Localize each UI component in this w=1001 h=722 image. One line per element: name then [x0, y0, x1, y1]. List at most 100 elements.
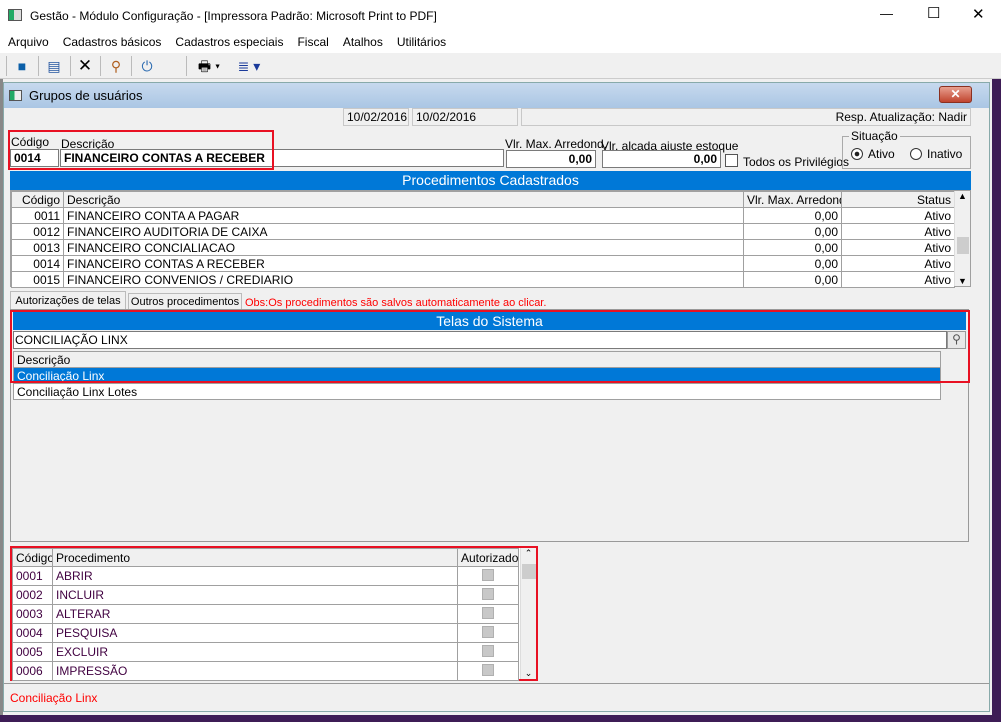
row-procedimento: PESQUISA	[52, 623, 458, 643]
menu-atalhos[interactable]: Atalhos	[343, 35, 383, 49]
situacao-group: Situação Ativo Inativo	[842, 129, 971, 169]
delete-icon[interactable]: ✕	[75, 56, 95, 76]
procedimento-row[interactable]: 0012 FINANCEIRO AUDITORIA DE CAIXA 0,00 Ati…	[11, 223, 955, 240]
close-button[interactable]: ✕	[972, 5, 985, 23]
row-descricao: FINANCEIRO CONVENIOS / CREDIARIO	[63, 271, 744, 288]
row-codigo: 0011	[11, 207, 64, 224]
procedimento-row[interactable]: 0014 FINANCEIRO CONTAS A RECEBER 0,00 Ativo	[11, 255, 955, 272]
col-descricao[interactable]: Descrição	[63, 191, 744, 208]
row-proc-codigo: 0001	[12, 566, 53, 586]
window-title: Grupos de usuários	[29, 88, 143, 103]
app-title-bar: Gestão - Módulo Configuração - [Impresso…	[0, 0, 1001, 33]
status-text: Conciliação Linx	[10, 691, 98, 705]
row-descricao: FINANCEIRO CONTAS A RECEBER	[63, 255, 744, 272]
autorizacao-row[interactable]: 0001 ABRIR	[12, 566, 519, 586]
maximize-button[interactable]: ☐	[927, 4, 940, 22]
row-vlr-max: 0,00	[743, 271, 842, 288]
menu-utilitarios[interactable]: Utilitários	[397, 35, 446, 49]
menu-fiscal[interactable]: Fiscal	[297, 35, 328, 49]
row-procedimento: ABRIR	[52, 566, 458, 586]
autorizado-checkbox[interactable]	[482, 568, 494, 581]
vlr-max-field[interactable]: 0,00	[506, 150, 596, 168]
row-descricao: FINANCEIRO CONCIALIACAO	[63, 239, 744, 256]
col-procedimento[interactable]: Procedimento	[52, 548, 458, 567]
autorizado-checkbox[interactable]	[482, 663, 494, 676]
ativo-radio[interactable]	[851, 148, 863, 160]
row-codigo: 0012	[11, 223, 64, 240]
row-codigo: 0014	[11, 255, 64, 272]
autorizacao-row[interactable]: 0004 PESQUISA	[12, 623, 519, 643]
export-icon[interactable]: ≣ ▾	[232, 56, 266, 76]
col-vlr-max[interactable]: Vlr. Max. Arredond.	[743, 191, 842, 208]
row-codigo: 0015	[11, 271, 64, 288]
tela-row[interactable]: Conciliação Linx Lotes	[13, 383, 941, 400]
app-icon	[8, 9, 22, 21]
autorizacao-row[interactable]: 0005 EXCLUIR	[12, 642, 519, 662]
save-icon[interactable]: ■	[12, 56, 32, 76]
inativo-label: Inativo	[927, 147, 963, 161]
col-codigo[interactable]: Código	[11, 191, 64, 208]
menu-cadastros-especiais[interactable]: Cadastros especiais	[175, 35, 283, 49]
procedimentos-scrollbar[interactable]: ▲ ▼	[954, 191, 970, 286]
row-vlr-max: 0,00	[743, 255, 842, 272]
row-status: Ativo	[841, 223, 955, 240]
procedimento-row[interactable]: 0015 FINANCEIRO CONVENIOS / CREDIARIO 0,00…	[11, 271, 955, 288]
todos-privilegios-checkbox[interactable]	[725, 154, 738, 167]
window-title-bar: Grupos de usuários ✕	[4, 83, 989, 108]
procedimentos-header: Procedimentos Cadastrados	[10, 171, 971, 190]
window-close-button[interactable]: ✕	[939, 86, 972, 103]
new-document-icon[interactable]: ▤	[44, 56, 64, 76]
row-codigo: 0013	[11, 239, 64, 256]
vlr-max-label: Vlr. Max. Arredond.	[505, 137, 608, 151]
highlight-box	[10, 310, 970, 383]
autorizado-checkbox[interactable]	[482, 644, 494, 657]
row-vlr-max: 0,00	[743, 207, 842, 224]
search-icon[interactable]: ⚲	[106, 56, 126, 76]
row-vlr-max: 0,00	[743, 223, 842, 240]
printer-icon[interactable]: 🖶 ▾	[192, 56, 226, 76]
obs-text: Obs:Os procedimentos são salvos automati…	[245, 297, 547, 309]
autorizacoes-scrollbar[interactable]: ⌃ ⌄	[520, 548, 536, 679]
row-tela-descricao: Conciliação Linx Lotes	[13, 383, 941, 400]
row-status: Ativo	[841, 239, 955, 256]
row-proc-codigo: 0006	[12, 661, 53, 681]
inativo-radio[interactable]	[910, 148, 922, 160]
todos-privilegios-label: Todos os Privilégios	[743, 155, 850, 169]
autorizado-checkbox[interactable]	[482, 606, 494, 619]
autorizado-checkbox[interactable]	[482, 587, 494, 600]
row-descricao: FINANCEIRO CONTA A PAGAR	[63, 207, 744, 224]
autorizado-checkbox[interactable]	[482, 625, 494, 638]
minimize-button[interactable]: —	[880, 6, 893, 21]
window-icon	[9, 90, 22, 101]
resp-atualizacao: Resp. Atualização: Nadir	[521, 108, 971, 126]
row-vlr-max: 0,00	[743, 239, 842, 256]
power-icon[interactable]: ⏻	[137, 56, 157, 76]
autorizacao-row[interactable]: 0002 INCLUIR	[12, 585, 519, 605]
procedimento-row[interactable]: 0013 FINANCEIRO CONCIALIACAO 0,00 Ativo	[11, 239, 955, 256]
date-updated: 10/02/2016	[412, 108, 518, 126]
autorizacao-row[interactable]: 0003 ALTERAR	[12, 604, 519, 624]
menu-cadastros-basicos[interactable]: Cadastros básicos	[63, 35, 162, 49]
row-descricao: FINANCEIRO AUDITORIA DE CAIXA	[63, 223, 744, 240]
row-procedimento: EXCLUIR	[52, 642, 458, 662]
menu-arquivo[interactable]: Arquivo	[8, 35, 49, 49]
col-autorizado[interactable]: Autorizado	[457, 548, 519, 567]
menu-bar: Arquivo Cadastros básicos Cadastros especi…	[0, 33, 1001, 53]
col-proc-codigo[interactable]: Código	[12, 548, 53, 567]
vlr-alcada-field[interactable]: 0,00	[602, 150, 721, 168]
tab-autorizacoes-telas[interactable]: Autorizações de telas	[10, 291, 126, 310]
tab-outros-procedimentos[interactable]: Outros procedimentos	[128, 293, 242, 310]
row-procedimento: IMPRESSÃO	[52, 661, 458, 681]
row-status: Ativo	[841, 271, 955, 288]
procedimento-row[interactable]: 0011 FINANCEIRO CONTA A PAGAR 0,00 Ativo	[11, 207, 955, 224]
app-title: Gestão - Módulo Configuração - [Impresso…	[30, 9, 437, 23]
autorizacao-row[interactable]: 0006 IMPRESSÃO	[12, 661, 519, 681]
row-proc-codigo: 0004	[12, 623, 53, 643]
highlight-box	[8, 130, 274, 170]
procedimentos-grid: Código Descrição Vlr. Max. Arredond. Status…	[10, 190, 971, 288]
row-proc-codigo: 0002	[12, 585, 53, 605]
row-procedimento: INCLUIR	[52, 585, 458, 605]
date-created: 10/02/2016	[343, 108, 409, 126]
col-status[interactable]: Status	[841, 191, 955, 208]
ativo-label: Ativo	[868, 147, 895, 161]
